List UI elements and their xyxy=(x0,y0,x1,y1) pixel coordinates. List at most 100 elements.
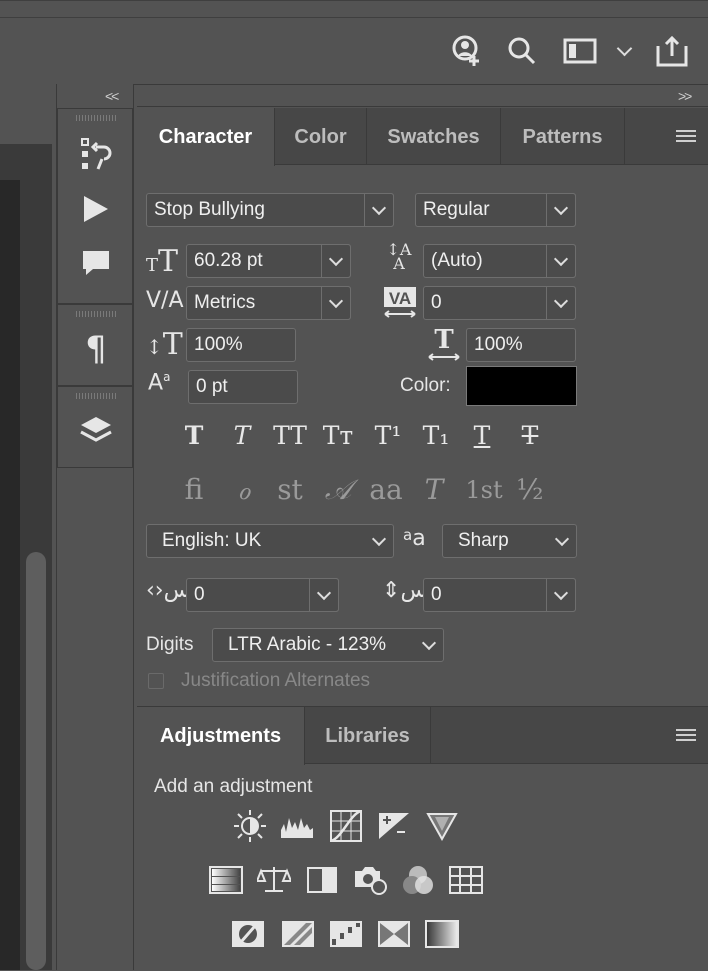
tracking-field[interactable]: 0 xyxy=(423,286,576,320)
titling-alternates-button[interactable]: T xyxy=(414,470,454,510)
superscript-button[interactable]: T¹ xyxy=(370,418,406,454)
chevron-down-icon[interactable] xyxy=(546,578,576,612)
canvas-edge xyxy=(0,180,20,970)
tab-adjustments[interactable]: Adjustments xyxy=(137,707,305,765)
chevron-down-icon[interactable] xyxy=(364,193,394,227)
tab-swatches[interactable]: Swatches xyxy=(367,108,501,164)
exposure-icon[interactable] xyxy=(376,808,412,844)
layers-icon[interactable] xyxy=(76,411,116,451)
font-size-value: 60.28 pt xyxy=(194,250,263,271)
baseline-shift-icon: Aa xyxy=(148,370,171,396)
antialias-select[interactable]: Sharp xyxy=(442,524,577,558)
brightness-icon[interactable] xyxy=(232,808,268,844)
language-select[interactable]: English: UK xyxy=(146,524,394,558)
character-panel-tabs: Character Color Swatches Patterns xyxy=(137,108,708,166)
faux-italic-button[interactable]: T xyxy=(224,418,260,454)
share-user-icon[interactable] xyxy=(448,33,484,69)
old-style-button[interactable]: ℴ xyxy=(224,470,264,510)
actions-play-icon[interactable] xyxy=(76,189,116,229)
photo-filter-icon[interactable] xyxy=(352,862,388,898)
collapse-right-icon[interactable]: >> xyxy=(678,88,692,104)
workspace-icon[interactable] xyxy=(562,33,598,69)
justification-alternates-label: Justification Alternates xyxy=(181,670,371,691)
chevron-down-icon[interactable] xyxy=(414,628,444,662)
arabic-spacing-field-1[interactable]: 0 xyxy=(186,578,339,612)
comments-icon[interactable] xyxy=(76,243,116,283)
chevron-down-icon[interactable] xyxy=(546,193,576,227)
svg-text:VA: VA xyxy=(389,289,411,308)
baseline-shift-field[interactable]: 0 pt xyxy=(188,370,298,404)
tab-libraries[interactable]: Libraries xyxy=(305,707,431,763)
chevron-down-icon[interactable] xyxy=(364,524,394,558)
panel-icon-strip: << ¶ xyxy=(57,84,134,970)
chevron-down-icon[interactable] xyxy=(546,244,576,278)
color-balance-icon[interactable] xyxy=(256,862,292,898)
arabic-spacing-field-2[interactable]: 0 xyxy=(423,578,576,612)
chevron-down-icon[interactable] xyxy=(546,286,576,320)
stylistic-alternates-button[interactable]: aa xyxy=(366,470,406,510)
chevron-down-icon[interactable] xyxy=(309,578,339,612)
discretionary-ligatures-button[interactable]: st xyxy=(270,470,310,510)
search-icon[interactable] xyxy=(504,33,540,69)
history-icon[interactable] xyxy=(76,135,116,175)
vertical-scale-value: 100% xyxy=(194,334,243,355)
tab-color[interactable]: Color xyxy=(275,108,367,164)
vibrance-icon[interactable] xyxy=(424,808,460,844)
ordinals-button[interactable]: 1st xyxy=(462,470,506,510)
invert-icon[interactable] xyxy=(230,916,266,952)
curves-icon[interactable] xyxy=(328,808,364,844)
strikethrough-button[interactable]: T xyxy=(512,418,548,454)
tab-patterns[interactable]: Patterns xyxy=(501,108,625,164)
horizontal-scale-icon: T xyxy=(426,325,462,362)
vertical-scale-icon: ↕T xyxy=(146,327,183,362)
justification-alternates-checkbox[interactable] xyxy=(148,673,164,689)
all-caps-button[interactable]: TT xyxy=(270,418,310,454)
swash-button[interactable]: 𝒜 xyxy=(318,470,358,510)
arabic-spacing-value-1: 0 xyxy=(194,584,205,605)
font-size-field[interactable]: 60.28 pt xyxy=(186,244,351,278)
horizontal-scale-field[interactable]: 100% xyxy=(466,328,576,362)
underline-button[interactable]: T xyxy=(464,418,500,454)
paragraph-icon[interactable]: ¶ xyxy=(76,329,116,369)
vertical-scale-field[interactable]: 100% xyxy=(186,328,296,362)
vertical-scrollbar[interactable] xyxy=(26,552,46,970)
channel-mixer-icon[interactable] xyxy=(400,862,436,898)
leading-value: (Auto) xyxy=(431,250,483,271)
panel-menu-icon[interactable] xyxy=(676,729,696,743)
font-style-value: Regular xyxy=(423,199,490,220)
gradient-map-icon[interactable] xyxy=(424,916,460,952)
posterize-icon[interactable] xyxy=(280,916,316,952)
export-icon[interactable] xyxy=(654,33,690,69)
chevron-down-icon[interactable] xyxy=(321,244,351,278)
panel-menu-icon[interactable] xyxy=(676,130,696,144)
leading-field[interactable]: (Auto) xyxy=(423,244,576,278)
adjustments-heading: Add an adjustment xyxy=(154,776,313,797)
levels-icon[interactable] xyxy=(280,808,316,844)
language-value: English: UK xyxy=(162,530,262,551)
digits-select[interactable]: LTR Arabic - 123% xyxy=(212,628,444,662)
small-caps-button[interactable]: Tт xyxy=(320,418,356,454)
subscript-button[interactable]: T₁ xyxy=(418,418,454,454)
collapse-left-icon[interactable]: << xyxy=(105,88,119,104)
faux-bold-button[interactable]: T xyxy=(176,418,212,454)
tracking-value: 0 xyxy=(431,292,442,313)
color-lookup-icon[interactable] xyxy=(448,862,484,898)
tab-character[interactable]: Character xyxy=(137,108,275,166)
chevron-down-icon[interactable] xyxy=(321,286,351,320)
chevron-down-icon[interactable] xyxy=(606,33,642,69)
hue-saturation-icon[interactable] xyxy=(208,862,244,898)
kerning-field[interactable]: Metrics xyxy=(186,286,351,320)
black-white-icon[interactable] xyxy=(304,862,340,898)
ligatures-button[interactable]: ﬁ xyxy=(174,470,214,510)
selective-color-icon[interactable] xyxy=(376,916,412,952)
font-style-select[interactable]: Regular xyxy=(415,193,576,227)
arabic-kashida-icon: ‹›س xyxy=(146,578,191,603)
color-label: Color: xyxy=(400,375,451,396)
antialias-icon: aa xyxy=(403,526,426,551)
fractions-button[interactable]: ½ xyxy=(510,470,550,510)
threshold-icon[interactable] xyxy=(328,916,364,952)
font-family-select[interactable]: Stop Bullying xyxy=(146,193,394,227)
text-color-swatch[interactable] xyxy=(466,366,577,406)
chevron-down-icon[interactable] xyxy=(547,524,577,558)
app-top-bar xyxy=(0,0,708,85)
